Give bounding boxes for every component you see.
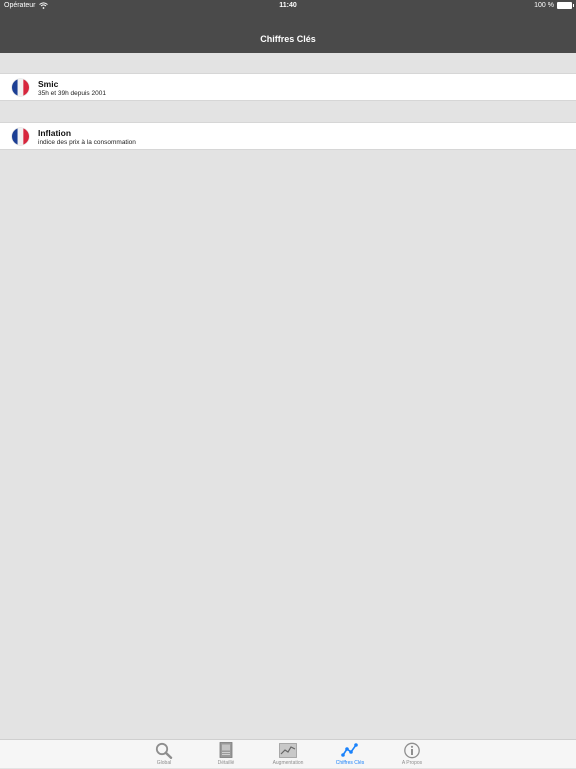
tab-a-propos[interactable]: A Propos	[381, 740, 443, 769]
info-icon	[404, 742, 420, 759]
battery-icon	[557, 2, 574, 9]
tab-label: Détaillé	[217, 760, 235, 766]
tab-bar: Global Détaillé Augmentation Chiffres Cl…	[0, 739, 576, 768]
tab-augmentation[interactable]: Augmentation	[257, 740, 319, 769]
list-item-subtitle: indice des prix à la consommation	[38, 139, 136, 146]
list-item-smic[interactable]: Smic 35h et 39h depuis 2001	[0, 73, 576, 101]
tab-label: Augmentation	[272, 760, 304, 766]
battery-indicator: 100 %	[534, 2, 574, 9]
list-item-title: Smic	[38, 79, 59, 89]
navigation-bar: Opérateur 11:40 100 % Chiffres Clés	[0, 0, 576, 53]
line-graph-icon	[341, 743, 358, 757]
tab-label: A Propos	[401, 760, 423, 766]
france-flag-icon	[12, 128, 29, 145]
clock: 11:40	[279, 2, 297, 9]
list-item-inflation[interactable]: Inflation indice des prix à la consommat…	[0, 122, 576, 150]
list-item-subtitle: 35h et 39h depuis 2001	[38, 90, 106, 97]
chart-icon	[279, 743, 297, 758]
page-title: Chiffres Clés	[260, 34, 316, 44]
france-flag-icon	[12, 79, 29, 96]
battery-percent: 100 %	[534, 2, 554, 9]
magnifier-icon	[155, 742, 173, 759]
tab-label: Global	[156, 760, 172, 766]
tab-chiffres-cles[interactable]: Chiffres Clés	[319, 740, 381, 769]
status-bar: Opérateur 11:40 100 %	[0, 0, 576, 12]
tab-detaille[interactable]: Détaillé	[195, 740, 257, 769]
list-item-title: Inflation	[38, 128, 72, 138]
document-icon	[219, 742, 233, 758]
tab-global[interactable]: Global	[133, 740, 195, 769]
tab-label: Chiffres Clés	[335, 760, 365, 766]
